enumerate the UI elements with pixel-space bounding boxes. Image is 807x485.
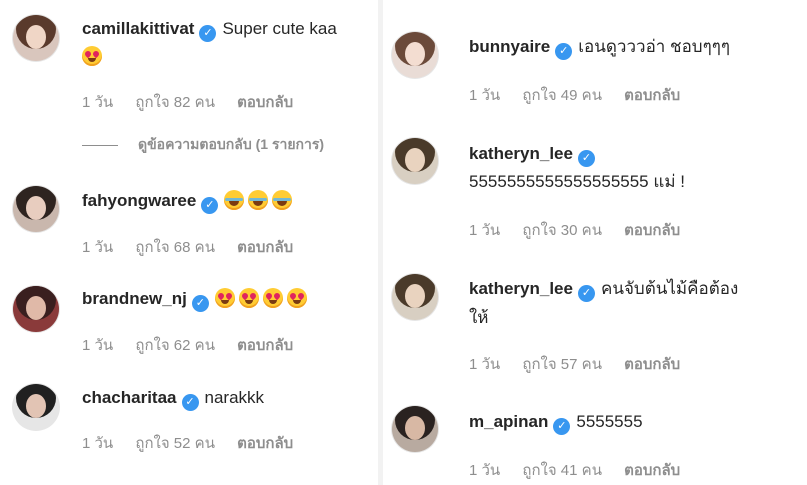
reply-button[interactable]: ตอบกลับ xyxy=(237,94,293,111)
verified-badge-icon: ✓ xyxy=(181,394,199,411)
comment-meta: 1 วัน ถูกใจ 68 คน ตอบกลับ xyxy=(82,235,311,259)
reply-button[interactable]: ตอบกลับ xyxy=(624,356,680,373)
like-count[interactable]: ถูกใจ 41 คน xyxy=(522,462,602,479)
avatar[interactable] xyxy=(392,32,438,78)
view-replies-button[interactable]: ดูข้อความตอบกลับ (1 รายการ) xyxy=(82,134,324,156)
comment-text: 5555555 xyxy=(576,412,643,431)
verified-badge-icon: ✓ xyxy=(191,295,209,312)
avatar[interactable] xyxy=(392,274,438,320)
left-comment-column: camillakittivat ✓ Super cute kaa 1 วัน ถูก… xyxy=(0,0,378,485)
username[interactable]: katheryn_lee xyxy=(469,144,573,163)
comment-time: 1 วัน xyxy=(469,222,501,239)
comment-time: 1 วัน xyxy=(82,94,114,111)
verified-badge-icon: ✓ xyxy=(201,197,219,214)
verified-badge-icon: ✓ xyxy=(555,43,573,60)
laughing-emoji-icon xyxy=(224,190,245,210)
comment-time: 1 วัน xyxy=(82,239,114,256)
avatar[interactable] xyxy=(13,384,59,430)
emoji-row xyxy=(82,46,106,67)
comment-time: 1 วัน xyxy=(469,87,501,104)
comment-meta: 1 วัน ถูกใจ 57 คน ตอบกลับ xyxy=(469,352,698,376)
right-comment-column: bunnyaire ✓ เอนดูวววอ่า ชอบๆๆๆ 1 วัน ถูกใจ… xyxy=(383,0,807,485)
comment-meta: 1 วัน ถูกใจ 30 คน ตอบกลับ xyxy=(469,218,698,242)
like-count[interactable]: ถูกใจ 49 คน xyxy=(522,87,602,104)
reply-button[interactable]: ตอบกลับ xyxy=(237,337,293,354)
comment-time: 1 วัน xyxy=(82,337,114,354)
comment-text-line2: ให้ xyxy=(469,308,489,327)
comment-line: brandnew_nj ✓ xyxy=(82,287,311,312)
like-count[interactable]: ถูกใจ 62 คน xyxy=(135,337,215,354)
reply-button[interactable]: ตอบกลับ xyxy=(237,239,293,256)
comment-time: 1 วัน xyxy=(469,356,501,373)
like-count[interactable]: ถูกใจ 68 คน xyxy=(135,239,215,256)
avatar[interactable] xyxy=(13,186,59,232)
username[interactable]: brandnew_nj xyxy=(82,289,187,308)
username[interactable]: chacharitaa xyxy=(82,388,177,407)
reply-button[interactable]: ตอบกลับ xyxy=(624,222,680,239)
comment-text: narakkk xyxy=(204,388,265,407)
username[interactable]: bunnyaire xyxy=(469,37,550,56)
comment-meta: 1 วัน ถูกใจ 41 คน ตอบกลับ xyxy=(469,458,698,482)
username[interactable]: camillakittivat xyxy=(82,19,194,38)
username[interactable]: m_apinan xyxy=(469,412,548,431)
verified-badge-icon: ✓ xyxy=(577,150,595,167)
avatar[interactable] xyxy=(13,286,59,332)
comment-line: chacharitaa ✓ narakkk xyxy=(82,386,264,411)
comment-line: bunnyaire ✓ เอนดูวววอ่า ชอบๆๆๆ xyxy=(469,35,730,60)
avatar[interactable] xyxy=(392,138,438,184)
comment-text: Super cute kaa xyxy=(222,19,337,38)
heart-eyes-emoji-icon xyxy=(238,288,259,308)
comment-text: คนจับต้นไม้คือต้อง xyxy=(600,279,739,298)
comment-line: m_apinan ✓ 5555555 xyxy=(469,410,643,435)
heart-eyes-emoji-icon xyxy=(286,288,307,308)
like-count[interactable]: ถูกใจ 57 คน xyxy=(522,356,602,373)
comment-text: เอนดูวววอ่า ชอบๆๆๆ xyxy=(578,37,730,56)
heart-eyes-emoji-icon xyxy=(214,288,235,308)
comment-line: katheryn_lee ✓ คนจับต้นไม้คือต้อง xyxy=(469,277,738,302)
heart-eyes-emoji-icon xyxy=(82,46,102,66)
verified-badge-icon: ✓ xyxy=(577,285,595,302)
like-count[interactable]: ถูกใจ 82 คน xyxy=(135,94,215,111)
comment-meta: 1 วัน ถูกใจ 82 คน ตอบกลับ xyxy=(82,90,311,114)
comment-line: fahyongwaree ✓ xyxy=(82,189,296,214)
laughing-emoji-icon xyxy=(248,190,269,210)
comment-meta: 1 วัน ถูกใจ 52 คน ตอบกลับ xyxy=(82,431,311,455)
heart-eyes-emoji-icon xyxy=(262,288,283,308)
like-count[interactable]: ถูกใจ 52 คน xyxy=(135,435,215,452)
avatar[interactable] xyxy=(13,15,59,61)
comment-time: 1 วัน xyxy=(82,435,114,452)
comment-line: katheryn_lee ✓ xyxy=(469,142,601,167)
comment-meta: 1 วัน ถูกใจ 49 คน ตอบกลับ xyxy=(469,83,698,107)
laughing-emoji-icon xyxy=(272,190,293,210)
username[interactable]: fahyongwaree xyxy=(82,191,196,210)
comment-time: 1 วัน xyxy=(469,462,501,479)
avatar[interactable] xyxy=(392,406,438,452)
reply-button[interactable]: ตอบกลับ xyxy=(624,462,680,479)
comment-text: 5555555555555555555 แม่ ! xyxy=(469,172,685,191)
view-replies-label[interactable]: ดูข้อความตอบกลับ (1 รายการ) xyxy=(138,136,324,152)
comment-meta: 1 วัน ถูกใจ 62 คน ตอบกลับ xyxy=(82,333,311,357)
reply-button[interactable]: ตอบกลับ xyxy=(624,87,680,104)
username[interactable]: katheryn_lee xyxy=(469,279,573,298)
reply-button[interactable]: ตอบกลับ xyxy=(237,435,293,452)
like-count[interactable]: ถูกใจ 30 คน xyxy=(522,222,602,239)
divider-line xyxy=(82,144,118,146)
verified-badge-icon: ✓ xyxy=(553,418,571,435)
comment-line: camillakittivat ✓ Super cute kaa xyxy=(82,17,337,42)
verified-badge-icon: ✓ xyxy=(199,25,217,42)
